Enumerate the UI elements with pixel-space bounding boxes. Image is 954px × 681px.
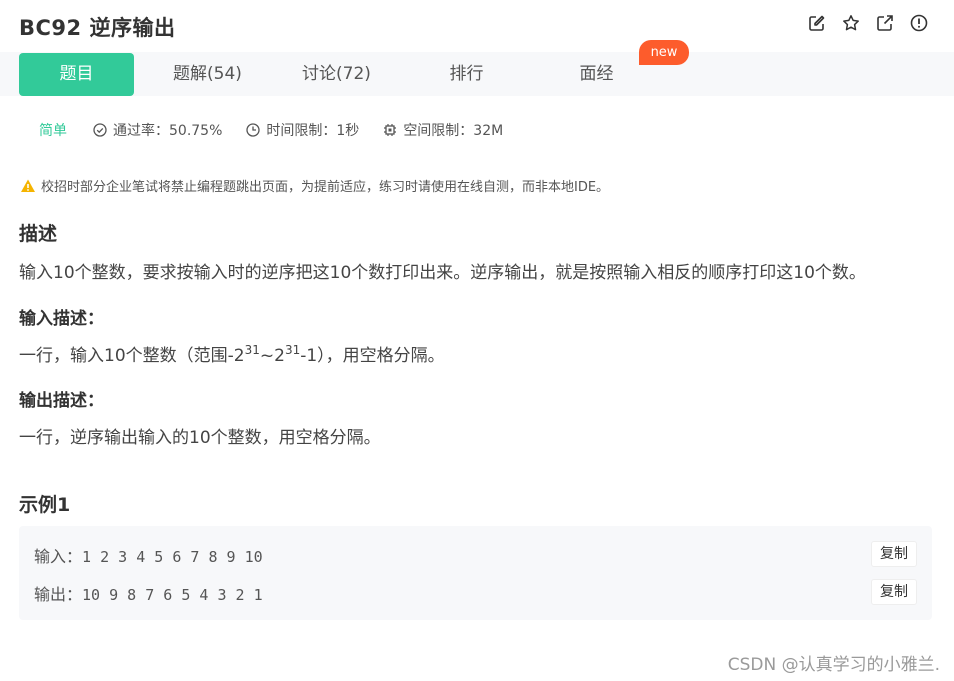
star-icon[interactable]: [842, 14, 860, 32]
difficulty-badge: 简单: [39, 123, 67, 139]
copy-output-button[interactable]: 复制: [871, 579, 917, 605]
example-output-value: 10 9 8 7 6 5 4 3 2 1: [82, 586, 263, 604]
time-limit: 时间限制：1秒: [246, 120, 359, 140]
edit-icon[interactable]: [808, 14, 826, 32]
problem-header: BC92 逆序输出: [0, 0, 954, 52]
watermark: CSDN @认真学习的小雅兰.: [727, 655, 940, 675]
chip-icon: [384, 124, 397, 136]
pass-rate-text: 通过率：50.75%: [113, 123, 223, 139]
check-circle-icon: [93, 123, 107, 137]
output-desc-text: 一行，逆序输出输入的10个整数，用空格分隔。: [19, 428, 381, 448]
output-desc-heading: 输出描述：: [19, 391, 104, 411]
description-text: 输入10个整数，要求按输入时的逆序把这10个数打印出来。逆序输出，就是按照输入相…: [19, 263, 866, 283]
tab-solutions[interactable]: 题解(54): [150, 53, 265, 96]
example-input-value: 1 2 3 4 5 6 7 8 9 10: [82, 548, 263, 566]
example-input-label: 输入：: [34, 547, 83, 566]
warning-icon: [21, 179, 35, 192]
example-heading: 示例1: [19, 494, 71, 516]
tab-ranking[interactable]: 排行: [409, 53, 524, 96]
share-icon[interactable]: [876, 14, 894, 32]
new-badge: new: [639, 40, 689, 65]
example-output-row: 输出：10 9 8 7 6 5 4 3 2 1: [34, 581, 263, 605]
example-box: 输入：1 2 3 4 5 6 7 8 9 10 复制 输出：10 9 8 7 6…: [19, 526, 932, 620]
description-heading: 描述: [19, 223, 58, 245]
copy-input-button[interactable]: 复制: [871, 541, 917, 567]
report-icon[interactable]: [910, 14, 928, 32]
header-actions: [808, 14, 928, 32]
tab-discussion[interactable]: 讨论(72): [279, 53, 394, 96]
pass-rate: 通过率：50.75%: [93, 120, 222, 140]
example-input-row: 输入：1 2 3 4 5 6 7 8 9 10: [34, 543, 263, 567]
tab-problem[interactable]: 题目: [19, 53, 134, 96]
space-limit-text: 空间限制：32M: [403, 123, 504, 139]
time-limit-text: 时间限制：1秒: [266, 123, 360, 139]
input-desc-text: 一行，输入10个整数（范围-231~231-1），用空格分隔。: [19, 343, 445, 366]
page-title: BC92 逆序输出: [19, 16, 176, 40]
space-limit: 空间限制：32M: [383, 120, 503, 140]
input-desc-heading: 输入描述：: [19, 309, 104, 329]
tab-interview[interactable]: 面经: [539, 53, 654, 96]
warning-text: 校招时部分企业笔试将禁止编程题跳出页面，为提前适应，练习时请使用在线自测，而非本…: [41, 180, 610, 195]
problem-tabs: 题目 题解(54) 讨论(72) 排行 面经: [0, 52, 954, 96]
clock-icon: [246, 123, 261, 137]
warning-notice: 校招时部分企业笔试将禁止编程题跳出页面，为提前适应，练习时请使用在线自测，而非本…: [20, 176, 609, 195]
example-output-label: 输出：: [34, 585, 83, 604]
problem-meta: 简单 通过率：50.75% 时间限制：1秒 空间限制：32M: [39, 120, 527, 140]
